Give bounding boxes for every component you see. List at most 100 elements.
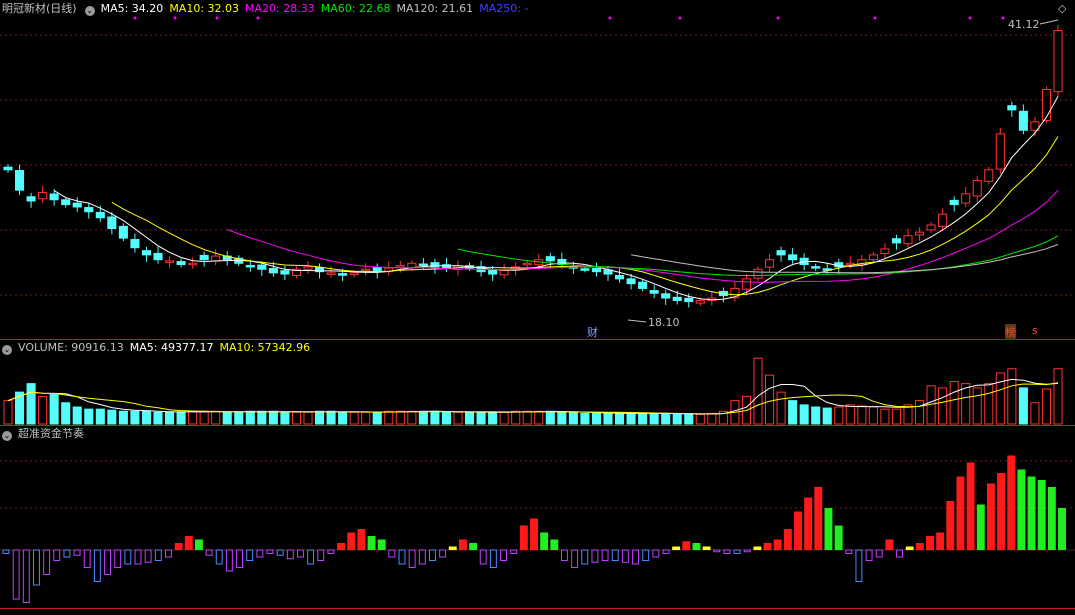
- volume-collapse-icon[interactable]: ⌄: [2, 345, 12, 355]
- candle-body: [591, 268, 602, 273]
- candle-body: [915, 231, 925, 236]
- fund-bar-negative: [875, 549, 883, 558]
- volume-bar: [1041, 388, 1052, 425]
- volume-bar: [845, 404, 855, 425]
- cai-event-tag[interactable]: 财: [587, 324, 598, 340]
- candle-body: [615, 275, 625, 280]
- bang-event-tag[interactable]: 榜: [1005, 324, 1016, 340]
- volume-bar: [938, 387, 948, 425]
- fund-bar-positive: [692, 543, 701, 550]
- fund-bar-negative: [246, 549, 254, 561]
- fund-bar-negative: [124, 549, 132, 565]
- fund-title: 超准资金节奏: [18, 427, 84, 440]
- volume-bar: [822, 407, 832, 425]
- fund-bar-positive: [1017, 469, 1026, 550]
- fund-bar-negative: [845, 549, 853, 554]
- volume-bar: [61, 402, 71, 425]
- price-chart[interactable]: [0, 0, 1075, 339]
- fund-bar-negative: [510, 549, 518, 554]
- candle-body: [961, 193, 971, 204]
- fund-bar-positive: [946, 501, 955, 550]
- fund-bar-negative: [743, 549, 751, 553]
- volume-bar: [995, 372, 1005, 425]
- volume-bar: [165, 411, 175, 425]
- volume-value: VOLUME: 90916.13: [18, 341, 124, 354]
- volume-bar: [199, 410, 209, 425]
- fund-bar-positive: [194, 539, 203, 550]
- candle-body: [926, 224, 936, 231]
- fund-bar-positive: [915, 543, 924, 550]
- volume-bar: [672, 413, 682, 425]
- fund-bar-negative: [317, 549, 325, 561]
- candle-body: [61, 199, 71, 206]
- collapse-icon[interactable]: ⌄: [84, 6, 95, 16]
- candle-body: [372, 266, 382, 273]
- fund-bar-negative: [215, 549, 223, 565]
- diamond-marker-icon[interactable]: ◇: [1058, 2, 1066, 15]
- candle-body: [165, 260, 175, 263]
- s-event-tag[interactable]: s: [1032, 324, 1038, 337]
- volume-bar: [984, 383, 994, 425]
- fund-bar-positive: [834, 525, 843, 550]
- fund-chart[interactable]: [0, 426, 1075, 608]
- fund-bar-negative: [154, 549, 162, 561]
- volume-bar: [280, 411, 290, 425]
- volume-bar: [915, 400, 925, 425]
- fund-bar-positive: [347, 532, 356, 550]
- fund-bar-negative: [63, 549, 71, 558]
- volume-pane[interactable]: ⌄ VOLUME: 90916.13 MA5: 49377.17 MA10: 5734…: [0, 340, 1075, 425]
- volume-bar: [868, 406, 878, 425]
- volume-bar: [591, 412, 602, 425]
- candle-body: [972, 180, 982, 197]
- fund-bar-negative: [500, 549, 507, 561]
- volume-bar: [903, 404, 913, 425]
- candle-body: [49, 193, 59, 201]
- fund-bar-positive: [550, 539, 559, 550]
- volume-bar: [372, 411, 382, 425]
- volume-bar: [638, 412, 648, 425]
- fund-bar-negative: [134, 549, 142, 565]
- fund-pane[interactable]: ⌄ 超准资金节奏: [0, 426, 1075, 608]
- candle-body: [395, 265, 405, 268]
- candle-body: [26, 196, 36, 202]
- volume-bar: [26, 383, 36, 425]
- fund-bar-negative: [2, 549, 10, 554]
- fund-bar-negative: [489, 549, 497, 568]
- candle-body: [672, 296, 682, 301]
- fund-bar-negative: [408, 549, 416, 568]
- volume-bar: [534, 410, 544, 425]
- candle-body: [72, 202, 82, 208]
- fund-bar-negative: [723, 549, 731, 554]
- volume-bar: [811, 406, 821, 425]
- candle-body: [891, 238, 902, 244]
- fund-bar-positive: [997, 473, 1006, 550]
- volume-bar: [3, 400, 13, 425]
- candle-body: [107, 216, 117, 230]
- price-pane[interactable]: 明冠新材(日线) ⌄ MA5: 34.20 MA10: 32.03 MA20: 28.3…: [0, 0, 1075, 340]
- volume-bar: [49, 393, 59, 425]
- fund-bar-positive: [469, 543, 478, 550]
- candle-body: [280, 270, 290, 275]
- volume-bar: [118, 410, 128, 425]
- candle-body: [257, 264, 267, 270]
- volume-bar: [384, 410, 394, 425]
- candle-body: [418, 263, 428, 266]
- ma20-label: MA20: 28.33: [245, 2, 315, 15]
- fund-bar-negative: [266, 549, 274, 554]
- fund-bar-negative: [12, 549, 20, 600]
- volume-bar: [707, 412, 717, 425]
- candle-body: [1053, 30, 1063, 93]
- candle-body: [361, 268, 371, 272]
- volume-bar: [834, 406, 844, 425]
- fund-collapse-icon[interactable]: ⌄: [2, 431, 12, 441]
- volume-bar: [545, 410, 555, 425]
- fund-bar-negative: [33, 549, 40, 586]
- fund-bar-positive: [174, 543, 183, 550]
- x-axis: [0, 608, 1075, 615]
- candle-body: [545, 256, 555, 262]
- ma10-label: MA10: 32.03: [169, 2, 240, 15]
- ma5-label: MA5: 34.20: [100, 2, 164, 15]
- fund-bar-positive: [794, 511, 802, 550]
- fund-bar-positive: [763, 543, 772, 550]
- volume-bar: [95, 408, 105, 425]
